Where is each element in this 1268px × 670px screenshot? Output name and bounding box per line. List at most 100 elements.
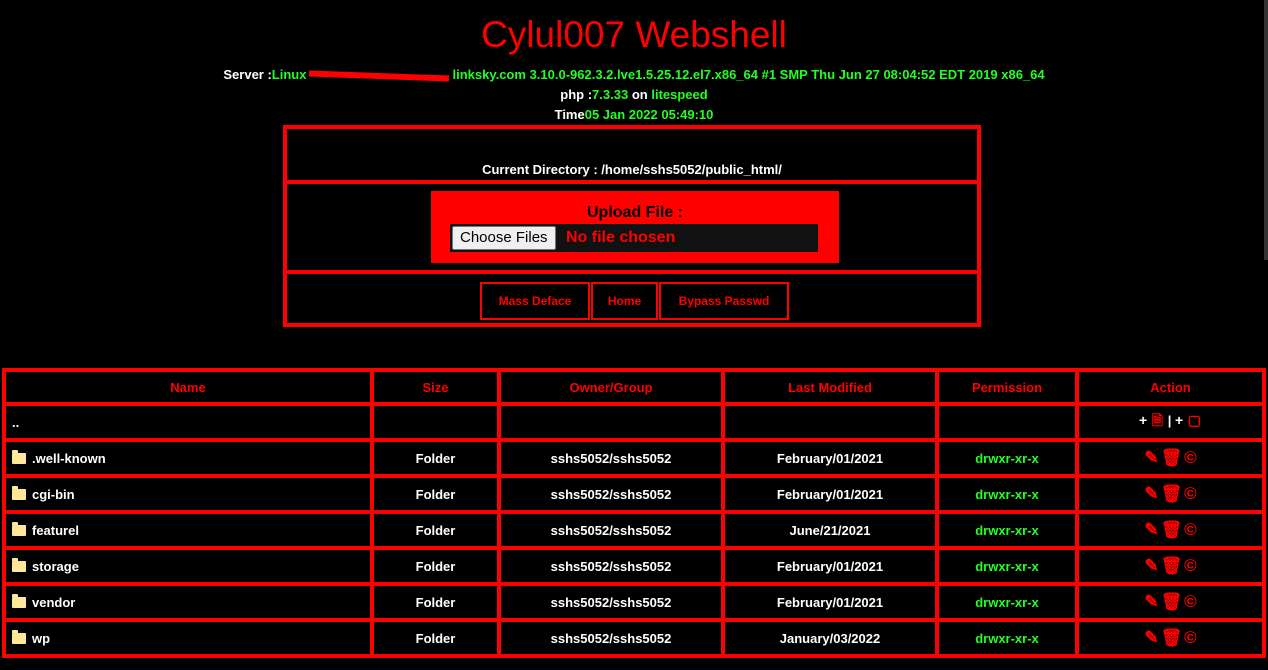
table-header: Name Size Owner/Group Last Modified Perm…: [6, 372, 1262, 402]
pencil-icon[interactable]: ✎: [1144, 628, 1158, 647]
copyright-icon[interactable]: ©: [1184, 448, 1197, 467]
header-permission[interactable]: Permission: [939, 372, 1075, 402]
copyright-icon[interactable]: ©: [1184, 484, 1197, 503]
page-title: Cylul007 Webshell: [481, 14, 787, 55]
file-name-cell[interactable]: vendor: [6, 586, 370, 618]
folder-icon: [12, 521, 26, 536]
file-name-cell[interactable]: cgi-bin: [6, 478, 370, 510]
php-label: php :: [560, 87, 593, 102]
pencil-icon[interactable]: ✎: [1144, 592, 1158, 611]
header-owner[interactable]: Owner/Group: [501, 372, 721, 402]
php-info: php :7.3.33 on litespeed: [0, 87, 1268, 102]
current-directory: Current Directory : /home/sshs5052/publi…: [482, 162, 782, 177]
file-owner: sshs5052/sshs5052: [501, 550, 721, 582]
scrollbar[interactable]: [1264, 0, 1268, 260]
upload-row: Upload File : Choose Files No file chose…: [287, 188, 977, 274]
upload-form: Upload File : Choose Files No file chose…: [431, 191, 839, 263]
file-owner: sshs5052/sshs5052: [501, 442, 721, 474]
time-info: Time05 Jan 2022 05:49:10: [0, 107, 1268, 122]
copyright-icon[interactable]: ©: [1184, 520, 1197, 539]
header-name[interactable]: Name: [6, 372, 370, 402]
file-permission[interactable]: drwxr-xr-x: [939, 442, 1075, 474]
file-input[interactable]: Choose Files No file chosen: [450, 224, 818, 252]
trash-icon[interactable]: 🗑: [1161, 448, 1183, 467]
table-row: .well-known Folder sshs5052/sshs5052 Februa…: [6, 442, 1262, 474]
file-modified: February/01/2021: [725, 586, 935, 618]
file-modified: February/01/2021: [725, 550, 935, 582]
header-action: Action: [1079, 372, 1262, 402]
file-name-cell[interactable]: wp: [6, 622, 370, 654]
row-actions: ✎ 🗑 ©: [1079, 442, 1262, 474]
parent-row: .. + 🗎 | + ▢: [6, 406, 1262, 438]
file-name[interactable]: wp: [32, 631, 50, 646]
file-owner: sshs5052/sshs5052: [501, 478, 721, 510]
table-row: vendor Folder sshs5052/sshs5052 February/01…: [6, 586, 1262, 618]
plus-icon[interactable]: +: [1139, 412, 1147, 428]
redaction-mark: [309, 70, 450, 82]
pencil-icon[interactable]: ✎: [1144, 556, 1158, 575]
trash-icon[interactable]: 🗑: [1161, 592, 1183, 611]
pencil-icon[interactable]: ✎: [1144, 484, 1158, 503]
file-size: Folder: [374, 550, 497, 582]
file-modified: January/03/2022: [725, 622, 935, 654]
file-name-cell[interactable]: storage: [6, 550, 370, 582]
file-name-cell[interactable]: .well-known: [6, 442, 370, 474]
choose-files-button[interactable]: Choose Files: [452, 226, 556, 250]
file-name[interactable]: .well-known: [32, 451, 106, 466]
home-button[interactable]: Home: [591, 282, 658, 320]
file-permission[interactable]: drwxr-xr-x: [939, 478, 1075, 510]
table-row: featurel Folder sshs5052/sshs5052 June/21/2…: [6, 514, 1262, 546]
file-owner: sshs5052/sshs5052: [501, 514, 721, 546]
copyright-icon[interactable]: ©: [1184, 592, 1197, 611]
folder-icon: [12, 485, 26, 500]
php-version: 7.3.33: [592, 87, 629, 102]
plus-icon[interactable]: +: [1175, 412, 1183, 428]
separator: |: [1167, 413, 1172, 428]
trash-icon[interactable]: 🗑: [1161, 628, 1183, 647]
trash-icon[interactable]: 🗑: [1161, 520, 1183, 539]
table-row: cgi-bin Folder sshs5052/sshs5052 February/0…: [6, 478, 1262, 510]
nav-row: Mass Deface Home Bypass Passwd: [287, 278, 977, 323]
file-permission[interactable]: drwxr-xr-x: [939, 550, 1075, 582]
php-on: on: [631, 87, 648, 102]
header-size[interactable]: Size: [374, 372, 497, 402]
new-folder-icon[interactable]: ▢: [1188, 412, 1201, 428]
copyright-icon[interactable]: ©: [1184, 628, 1197, 647]
row-actions: ✎ 🗑 ©: [1079, 478, 1262, 510]
file-permission[interactable]: drwxr-xr-x: [939, 514, 1075, 546]
file-name-cell[interactable]: featurel: [6, 514, 370, 546]
file-owner: sshs5052/sshs5052: [501, 622, 721, 654]
parent-dir-link[interactable]: ..: [6, 406, 370, 438]
server-kernel: 3.10.0-962.3.2.lve1.5.25.12.el7.x86_64 #…: [529, 67, 1045, 82]
row-actions: ✎ 🗑 ©: [1079, 514, 1262, 546]
trash-icon[interactable]: 🗑: [1161, 556, 1183, 575]
bypass-passwd-button[interactable]: Bypass Passwd: [659, 282, 789, 320]
copyright-icon[interactable]: ©: [1184, 556, 1197, 575]
file-permission[interactable]: drwxr-xr-x: [939, 586, 1075, 618]
file-size: Folder: [374, 586, 497, 618]
file-name[interactable]: storage: [32, 559, 79, 574]
trash-icon[interactable]: 🗑: [1161, 484, 1183, 503]
server-os: Linux: [271, 67, 307, 82]
table-row: wp Folder sshs5052/sshs5052 January/03/2022…: [6, 622, 1262, 654]
current-directory-box: Current Directory : /home/sshs5052/publi…: [287, 129, 977, 184]
pencil-icon[interactable]: ✎: [1144, 520, 1158, 539]
file-size: Folder: [374, 442, 497, 474]
file-size: Folder: [374, 514, 497, 546]
file-name[interactable]: featurel: [32, 523, 79, 538]
folder-icon: [12, 629, 26, 644]
file-table: Name Size Owner/Group Last Modified Perm…: [2, 368, 1266, 658]
file-modified: June/21/2021: [725, 514, 935, 546]
file-permission[interactable]: drwxr-xr-x: [939, 622, 1075, 654]
upload-label: Upload File :: [587, 204, 683, 221]
time-value: 05 Jan 2022 05:49:10: [584, 107, 714, 122]
file-name[interactable]: vendor: [32, 595, 75, 610]
create-actions: + 🗎 | + ▢: [1079, 406, 1262, 438]
header-modified[interactable]: Last Modified: [725, 372, 935, 402]
row-actions: ✎ 🗑 ©: [1079, 586, 1262, 618]
file-modified: February/01/2021: [725, 442, 935, 474]
new-file-icon[interactable]: 🗎: [1152, 412, 1163, 428]
file-name[interactable]: cgi-bin: [32, 487, 75, 502]
pencil-icon[interactable]: ✎: [1144, 448, 1158, 467]
mass-deface-button[interactable]: Mass Deface: [480, 282, 590, 320]
